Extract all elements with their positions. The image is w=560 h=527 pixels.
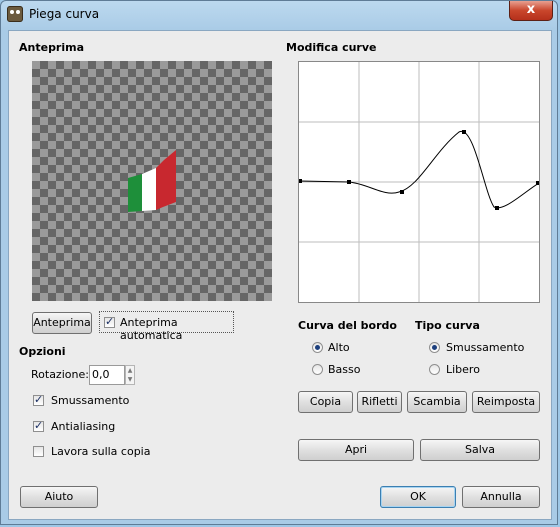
save-button[interactable]: Salva bbox=[420, 439, 540, 461]
reset-button[interactable]: Reimposta bbox=[472, 391, 540, 413]
antialiasing-label: Antialiasing bbox=[51, 420, 116, 433]
flag-preview-image bbox=[128, 150, 176, 212]
window-title: Piega curva bbox=[29, 7, 100, 21]
rotation-spinner[interactable]: ▲ ▼ bbox=[125, 365, 135, 385]
copy-button[interactable]: Copia bbox=[298, 391, 353, 413]
work-on-copy-label: Lavora sulla copia bbox=[51, 445, 151, 458]
dialog-content: Anteprima Anteprima Anteprima automatica… bbox=[8, 30, 552, 520]
type-option-free: Libero bbox=[446, 363, 480, 376]
border-option-top: Alto bbox=[328, 341, 350, 354]
dialog-window: Piega curva x Anteprima Anteprima Antepr… bbox=[0, 0, 558, 525]
gimp-app-icon bbox=[7, 6, 23, 22]
curves-heading: Modifica curve bbox=[286, 41, 377, 54]
open-button[interactable]: Apri bbox=[298, 439, 414, 461]
auto-preview-label: Anteprima automatica bbox=[120, 316, 183, 342]
antialiasing-checkbox[interactable] bbox=[33, 419, 44, 432]
preview-button[interactable]: Anteprima bbox=[32, 312, 92, 334]
rotation-input[interactable]: 0,0 bbox=[89, 365, 125, 385]
curve-type-heading: Tipo curva bbox=[415, 319, 480, 332]
border-radio-bottom[interactable] bbox=[312, 364, 323, 375]
type-radio-smooth[interactable] bbox=[429, 342, 440, 353]
ok-button[interactable]: OK bbox=[380, 486, 456, 508]
close-button[interactable]: x bbox=[509, 1, 553, 21]
work-on-copy-checkbox[interactable] bbox=[33, 446, 44, 457]
border-option-bottom: Basso bbox=[328, 363, 361, 376]
auto-preview-checkbox[interactable] bbox=[104, 315, 115, 328]
title-bar[interactable]: Piega curva x bbox=[1, 1, 559, 29]
smoothing-label: Smussamento bbox=[51, 394, 130, 407]
options-heading: Opzioni bbox=[19, 345, 66, 358]
border-curve-heading: Curva del bordo bbox=[298, 319, 397, 332]
cancel-button[interactable]: Annulla bbox=[462, 486, 540, 508]
help-button[interactable]: Aiuto bbox=[20, 486, 98, 508]
rotation-label: Rotazione: bbox=[31, 368, 89, 381]
curve-editor[interactable] bbox=[298, 61, 540, 303]
curve-graph[interactable] bbox=[298, 62, 540, 302]
preview-canvas bbox=[32, 61, 272, 301]
border-radio-top[interactable] bbox=[312, 342, 323, 353]
type-radio-free[interactable] bbox=[429, 364, 440, 375]
type-option-smooth: Smussamento bbox=[446, 341, 525, 354]
auto-preview-toggle[interactable]: Anteprima automatica bbox=[99, 311, 234, 342]
preview-heading: Anteprima bbox=[19, 41, 85, 54]
mirror-button[interactable]: Rifletti bbox=[357, 391, 402, 413]
smoothing-checkbox[interactable] bbox=[33, 393, 44, 406]
swap-button[interactable]: Scambia bbox=[407, 391, 467, 413]
